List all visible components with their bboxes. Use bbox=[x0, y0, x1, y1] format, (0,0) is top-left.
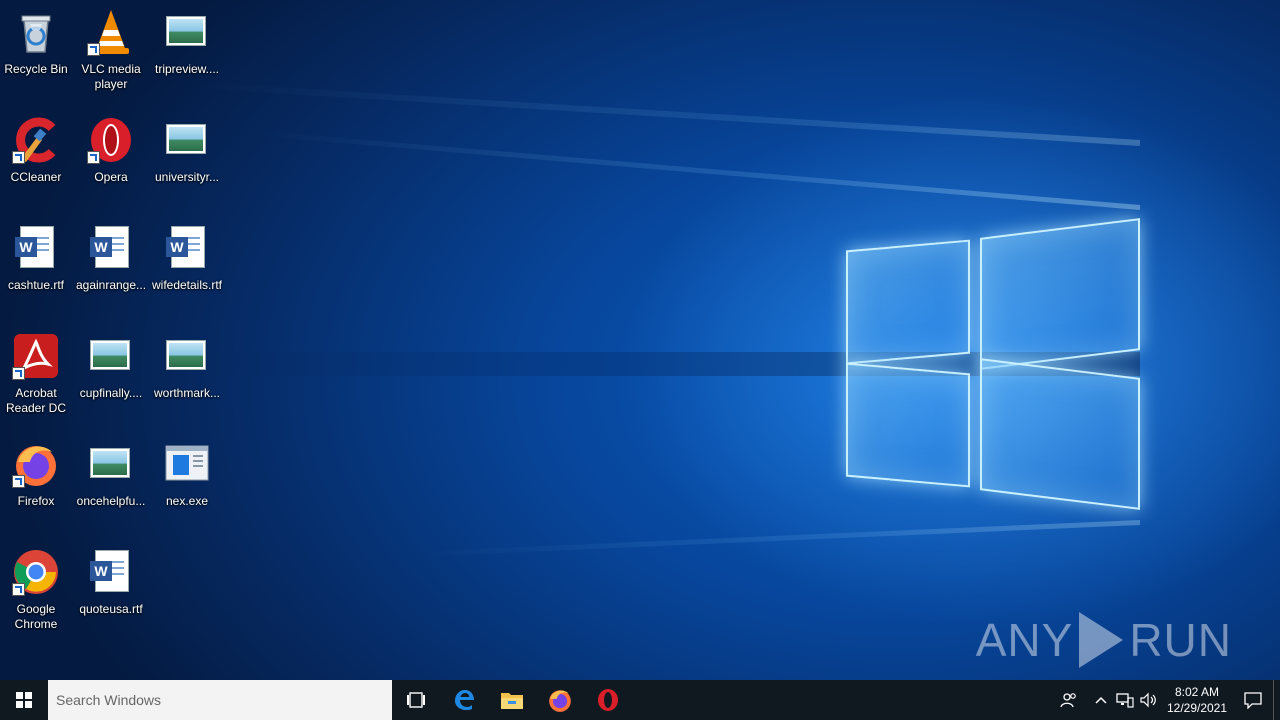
watermark-text-right: RUN bbox=[1129, 614, 1232, 666]
image-file-icon bbox=[87, 332, 135, 380]
chrome-icon bbox=[12, 548, 60, 596]
search-placeholder: Search Windows bbox=[56, 692, 162, 708]
desktop-icon-label: universityr... bbox=[154, 170, 220, 184]
desktop-icon-firefox[interactable]: Firefox bbox=[0, 440, 74, 509]
desktop-icon-tripreview[interactable]: tripreview.... bbox=[149, 8, 225, 77]
file-explorer-icon bbox=[501, 693, 523, 709]
wallpaper-logo-pane-top-right bbox=[980, 218, 1140, 370]
people-icon[interactable] bbox=[1049, 680, 1089, 720]
desktop-icon-wifedetails-rtf[interactable]: W wifedetails.rtf bbox=[149, 224, 225, 293]
ccleaner-icon bbox=[12, 116, 60, 164]
taskbar-opera-button[interactable] bbox=[584, 680, 632, 720]
desktop-icon-againrange[interactable]: W againrange... bbox=[73, 224, 149, 293]
desktop-icon-recycle-bin[interactable]: Recycle Bin bbox=[0, 8, 74, 77]
desktop-icon-worthmark[interactable]: worthmark... bbox=[149, 332, 225, 401]
shortcut-arrow-icon bbox=[12, 583, 25, 596]
desktop-icon-ccleaner[interactable]: CCleaner bbox=[0, 116, 74, 185]
clock-date: 12/29/2021 bbox=[1166, 701, 1228, 715]
shortcut-arrow-icon bbox=[87, 43, 100, 56]
anyrun-watermark: ANY RUN bbox=[976, 612, 1232, 668]
desktop-icon-label: Firefox bbox=[17, 494, 55, 508]
desktop-icon-label: oncehelpfu... bbox=[76, 494, 146, 508]
wallpaper-logo-pane-top-left bbox=[846, 239, 970, 365]
shortcut-arrow-icon bbox=[12, 367, 25, 380]
desktop-icon-label: Recycle Bin bbox=[4, 62, 68, 76]
firefox-icon bbox=[12, 440, 60, 488]
desktop-icon-cashtue-rtf[interactable]: W cashtue.rtf bbox=[0, 224, 74, 293]
desktop[interactable]: Recycle Bin CCleaner W cashtue.rtf Acrob… bbox=[0, 0, 1280, 680]
wallpaper-beam bbox=[252, 130, 1141, 210]
desktop-icon-label: cashtue.rtf bbox=[7, 278, 65, 292]
desktop-icon-acrobat-reader[interactable]: Acrobat Reader DC bbox=[0, 332, 74, 416]
image-file-icon bbox=[163, 8, 211, 56]
clock[interactable]: 8:02 AM 12/29/2021 bbox=[1161, 684, 1233, 716]
taskbar-file-explorer-button[interactable] bbox=[488, 680, 536, 720]
taskbar: Search Windows 8:02 AM 12/29/2021 bbox=[0, 680, 1280, 720]
desktop-icon-label: Acrobat Reader DC bbox=[5, 386, 67, 415]
desktop-icon-label: Opera bbox=[94, 170, 128, 184]
task-view-button[interactable] bbox=[392, 680, 440, 720]
recycle-bin-icon bbox=[12, 8, 60, 56]
image-file-icon bbox=[163, 116, 211, 164]
task-view-icon bbox=[407, 692, 425, 708]
desktop-icon-label: CCleaner bbox=[10, 170, 62, 184]
desktop-icon-label: VLC media player bbox=[81, 62, 141, 91]
shortcut-arrow-icon bbox=[12, 475, 25, 488]
word-document-icon: W bbox=[163, 224, 211, 272]
taskbar-edge-button[interactable] bbox=[440, 680, 488, 720]
vlc-icon bbox=[87, 8, 135, 56]
search-input[interactable]: Search Windows bbox=[48, 680, 392, 720]
desktop-icon-google-chrome[interactable]: Google Chrome bbox=[0, 548, 74, 632]
system-tray: 8:02 AM 12/29/2021 bbox=[1049, 680, 1280, 720]
desktop-icon-label: quoteusa.rtf bbox=[79, 602, 143, 616]
clock-time: 8:02 AM bbox=[1174, 685, 1220, 699]
desktop-icon-cupfinally[interactable]: cupfinally.... bbox=[73, 332, 149, 401]
opera-icon bbox=[87, 116, 135, 164]
shortcut-arrow-icon bbox=[12, 151, 25, 164]
image-file-icon bbox=[87, 440, 135, 488]
chevron-up-icon[interactable] bbox=[1089, 680, 1113, 720]
firefox-icon bbox=[549, 690, 571, 712]
desktop-icon-label: worthmark... bbox=[153, 386, 220, 400]
desktop-icon-opera[interactable]: Opera bbox=[73, 116, 149, 185]
wallpaper-beam bbox=[420, 520, 1141, 557]
notification-icon bbox=[1244, 692, 1262, 709]
show-desktop-button[interactable] bbox=[1273, 680, 1280, 720]
wallpaper-logo-pane-bottom-right bbox=[980, 358, 1140, 510]
watermark-text-left: ANY bbox=[975, 614, 1074, 666]
desktop-icon-quoteusa-rtf[interactable]: W quoteusa.rtf bbox=[73, 548, 149, 617]
desktop-icon-label: wifedetails.rtf bbox=[151, 278, 223, 292]
windows-logo-icon bbox=[16, 692, 32, 708]
desktop-icon-vlc[interactable]: VLC media player bbox=[73, 8, 149, 92]
volume-icon[interactable] bbox=[1137, 680, 1161, 720]
action-center-button[interactable] bbox=[1233, 680, 1273, 720]
edge-icon bbox=[455, 690, 474, 710]
desktop-icon-nex-exe[interactable]: nex.exe bbox=[149, 440, 225, 509]
desktop-icon-label: Google Chrome bbox=[14, 602, 58, 631]
exe-file-icon bbox=[163, 440, 211, 488]
shortcut-arrow-icon bbox=[87, 151, 100, 164]
word-document-icon: W bbox=[12, 224, 60, 272]
start-button[interactable] bbox=[0, 680, 48, 720]
desktop-icon-label: cupfinally.... bbox=[79, 386, 143, 400]
desktop-icon-universityr[interactable]: universityr... bbox=[149, 116, 225, 185]
acrobat-icon bbox=[12, 332, 60, 380]
network-icon[interactable] bbox=[1113, 680, 1137, 720]
wallpaper-logo-pane-bottom-left bbox=[846, 362, 970, 488]
desktop-icon-label: againrange... bbox=[75, 278, 147, 292]
image-file-icon bbox=[163, 332, 211, 380]
play-triangle-icon bbox=[1079, 612, 1124, 668]
desktop-icon-label: nex.exe bbox=[165, 494, 209, 508]
opera-icon bbox=[598, 689, 618, 711]
taskbar-firefox-button[interactable] bbox=[536, 680, 584, 720]
desktop-icon-oncehelpfu[interactable]: oncehelpfu... bbox=[73, 440, 149, 509]
word-document-icon: W bbox=[87, 548, 135, 596]
word-document-icon: W bbox=[87, 224, 135, 272]
desktop-icon-label: tripreview.... bbox=[154, 62, 220, 76]
